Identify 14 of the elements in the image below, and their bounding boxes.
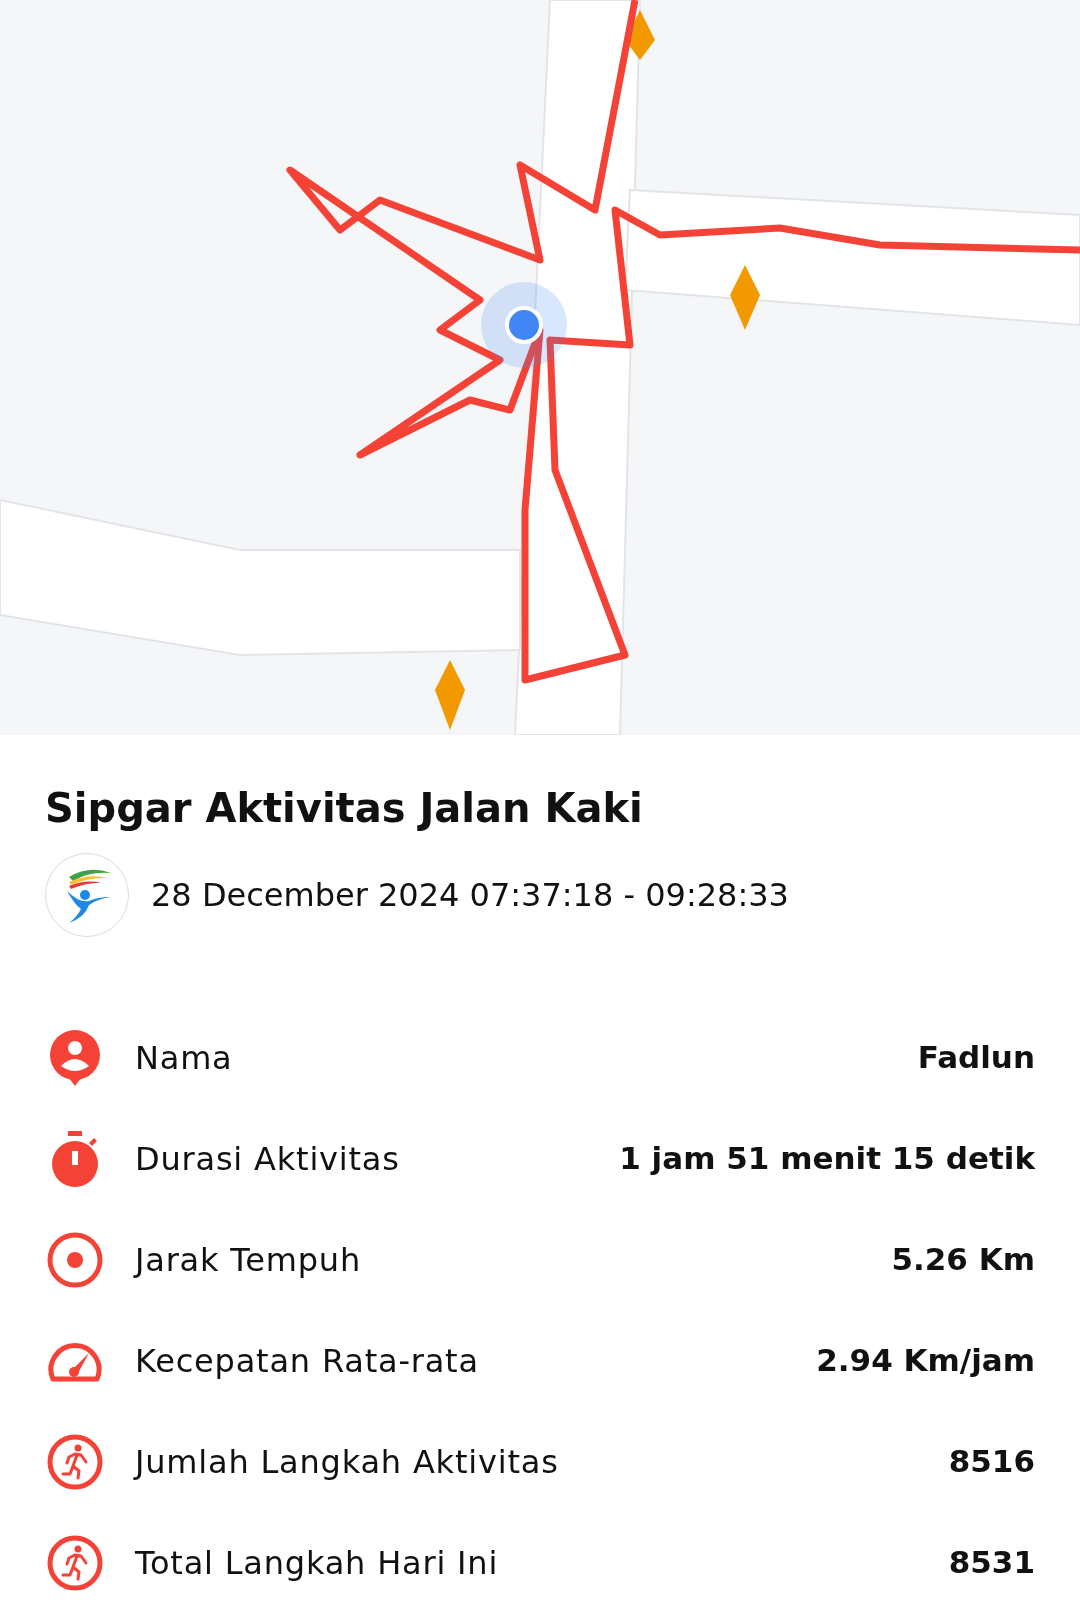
stat-value: 8531 bbox=[948, 1543, 1035, 1583]
stat-label: Jumlah Langkah Aktivitas bbox=[135, 1441, 559, 1483]
stat-value: 2.94 Km/jam bbox=[816, 1341, 1035, 1381]
stat-label: Total Langkah Hari Ini bbox=[135, 1542, 499, 1584]
stat-label: Nama bbox=[135, 1037, 233, 1079]
stat-value: Fadlun bbox=[917, 1038, 1035, 1078]
activity-datetime: 28 December 2024 07:37:18 - 09:28:33 bbox=[151, 875, 789, 916]
stat-value: 1 jam 51 menit 15 detik bbox=[619, 1139, 1035, 1179]
stat-value: 8516 bbox=[948, 1442, 1035, 1482]
stat-value: 5.26 Km bbox=[891, 1240, 1035, 1280]
stat-label: Kecepatan Rata-rata bbox=[135, 1340, 479, 1382]
stat-label: Jarak Tempuh bbox=[135, 1239, 361, 1281]
stat-label: Durasi Aktivitas bbox=[135, 1138, 400, 1180]
activity-title: Sipgar Aktivitas Jalan Kaki bbox=[45, 784, 644, 833]
